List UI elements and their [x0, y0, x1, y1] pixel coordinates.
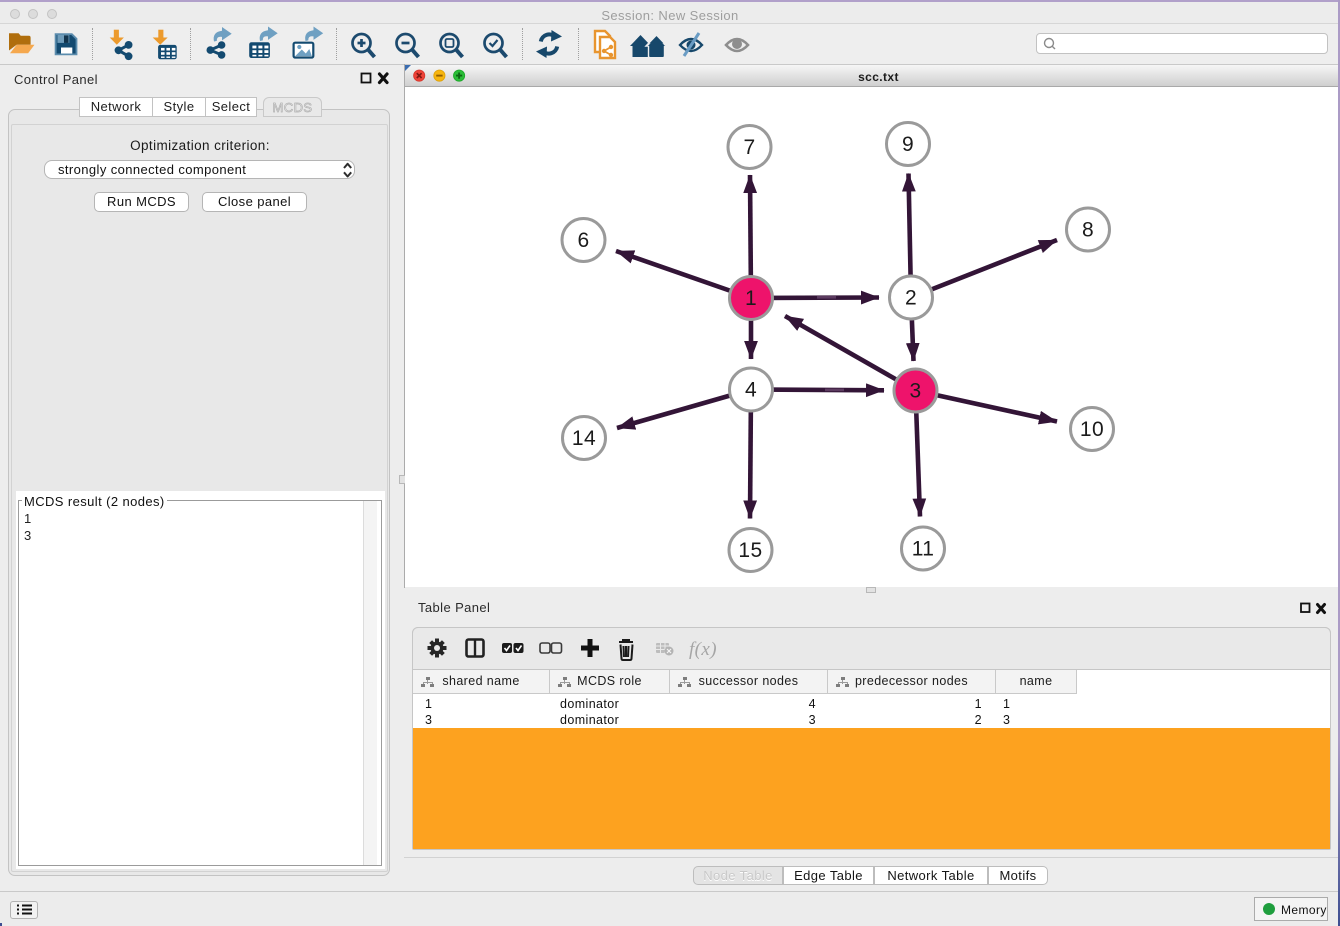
svg-text:9: 9 — [902, 133, 914, 156]
svg-text:11: 11 — [912, 538, 935, 561]
svg-text:15: 15 — [738, 539, 762, 562]
svg-text:10: 10 — [1080, 418, 1104, 441]
svg-text:7: 7 — [743, 136, 755, 159]
svg-text:14: 14 — [572, 427, 596, 450]
svg-text:2: 2 — [905, 287, 917, 310]
svg-text:6: 6 — [577, 229, 589, 252]
svg-text:8: 8 — [1082, 219, 1094, 242]
svg-text:1: 1 — [745, 287, 757, 310]
svg-text:3: 3 — [909, 380, 921, 403]
svg-text:f(x): f(x) — [689, 639, 717, 660]
svg-text:4: 4 — [745, 379, 757, 402]
